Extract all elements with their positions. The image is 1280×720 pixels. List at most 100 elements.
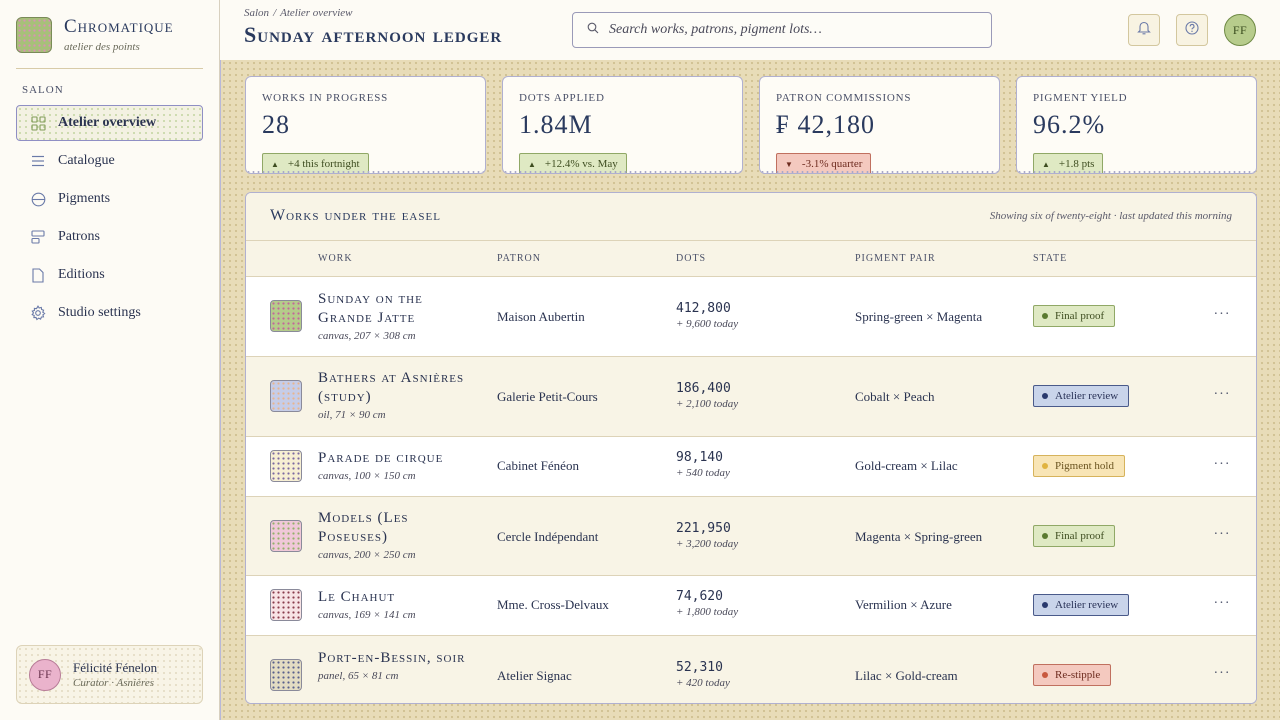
patron-cell: Mme. Cross-Delvaux <box>497 597 609 612</box>
work-cell: Parade de cirque canvas, 100 × 150 cm <box>318 449 478 483</box>
work-title[interactable]: Parade de cirque <box>318 449 478 468</box>
kpi-delta-badge: ▼ -3.1% quarter <box>776 153 872 173</box>
kpi-delta-badge: ▲ +12.4% vs. May <box>519 153 627 173</box>
search-bar[interactable] <box>572 12 992 48</box>
sidebar-item-atelier-overview[interactable]: Atelier overview <box>16 105 203 141</box>
status-dot <box>1042 602 1048 608</box>
sidebar-item-studio-settings[interactable]: Studio settings <box>16 295 203 331</box>
brand-tagline: atelier des points <box>64 41 140 53</box>
dots-count: 98,140 <box>676 450 723 465</box>
sidebar-item-patrons[interactable]: Patrons <box>16 219 203 255</box>
work-medium: canvas, 169 × 141 cm <box>318 609 416 621</box>
work-title[interactable]: Bathers at Asnières (study) <box>318 369 478 407</box>
row-more-button[interactable]: ··· <box>1210 666 1234 682</box>
search-input[interactable] <box>609 22 979 38</box>
column-header-work[interactable]: WORK <box>318 253 353 264</box>
dots-today: + 2,100 today <box>676 398 739 410</box>
brand[interactable]: Chromatique atelier des points <box>16 16 174 54</box>
pigment-pair-cell: Gold-cream × Lilac <box>855 458 958 473</box>
trend-up-icon: ▲ <box>271 159 279 169</box>
kpi-value: ₣ 42,180 <box>776 110 875 139</box>
work-cell: Models (Les Poseuses) canvas, 200 × 250 … <box>318 509 478 562</box>
notifications-button[interactable] <box>1128 14 1160 46</box>
work-cell: Bathers at Asnières (study) oil, 71 × 90… <box>318 369 478 422</box>
kpi-card: DOTS APPLIED 1.84M ▲ +12.4% vs. May <box>502 76 743 174</box>
dots-today: + 3,200 today <box>676 538 739 550</box>
list-icon <box>29 152 47 170</box>
sidebar-item-editions[interactable]: Editions <box>16 257 203 293</box>
work-cell: Sunday on the Grande Jatte canvas, 207 ×… <box>318 290 478 343</box>
kpi-label: PIGMENT YIELD <box>1033 92 1128 104</box>
column-header-state[interactable]: STATE <box>1033 253 1067 264</box>
kpi-label: DOTS APPLIED <box>519 92 605 104</box>
brand-divider <box>16 68 203 69</box>
row-more-button[interactable]: ··· <box>1210 457 1234 473</box>
work-title[interactable]: Sunday on the Grande Jatte <box>318 290 478 328</box>
state-badge: Atelier review <box>1033 385 1130 407</box>
nav-section-label: SALON <box>22 84 64 96</box>
sidebar: Chromatique atelier des points SALON Ate… <box>0 0 220 720</box>
sidebar-item-label: Atelier overview <box>58 115 157 130</box>
work-swatch <box>270 300 302 332</box>
brand-logo <box>16 17 52 53</box>
work-title[interactable]: Le Chahut <box>318 588 478 607</box>
work-medium: panel, 65 × 81 cm <box>318 670 399 682</box>
work-swatch <box>270 380 302 412</box>
current-user-card[interactable]: FF Félicité Fénelon Curator · Asnières <box>16 645 203 704</box>
dots-today: + 420 today <box>676 677 730 689</box>
dots-today: + 540 today <box>676 467 730 479</box>
state-label: Re-stipple <box>1055 669 1101 681</box>
sidebar-item-catalogue[interactable]: Catalogue <box>16 143 203 179</box>
patron-cell: Atelier Signac <box>497 668 572 683</box>
avatar[interactable]: FF <box>1224 14 1256 46</box>
work-medium: canvas, 207 × 308 cm <box>318 330 416 342</box>
dots-today: + 9,600 today <box>676 318 739 330</box>
work-swatch <box>270 520 302 552</box>
trend-down-icon: ▼ <box>785 159 793 169</box>
user-name: Félicité Fénelon <box>73 659 158 675</box>
work-title[interactable]: Models (Les Poseuses) <box>318 509 478 547</box>
table-row[interactable]: Le Chahut canvas, 169 × 141 cm Mme. Cros… <box>246 576 1256 636</box>
table-row[interactable]: Bathers at Asnières (study) oil, 71 × 90… <box>246 357 1256 437</box>
column-header-patron[interactable]: PATRON <box>497 253 541 264</box>
sidebar-item-pigments[interactable]: Pigments <box>16 181 203 217</box>
state-label: Final proof <box>1055 530 1105 542</box>
table-row[interactable]: Sunday on the Grande Jatte canvas, 207 ×… <box>246 277 1256 357</box>
column-header-dots[interactable]: DOTS <box>676 253 706 264</box>
work-medium: canvas, 200 × 250 cm <box>318 549 416 561</box>
state-label: Atelier review <box>1055 390 1119 402</box>
sidebar-item-label: Catalogue <box>58 153 115 168</box>
state-label: Final proof <box>1055 310 1105 322</box>
column-header-pigment-pair[interactable]: PIGMENT PAIR <box>855 253 936 264</box>
kpi-delta-text: +12.4% vs. May <box>544 158 618 170</box>
sidebar-nav: Atelier overview Catalogue Pigments Patr… <box>16 105 203 333</box>
dots-count: 412,800 <box>676 301 731 316</box>
page-title: Sunday afternoon ledger <box>244 22 503 47</box>
help-icon <box>1185 20 1199 40</box>
bell-icon <box>1137 20 1151 40</box>
kpi-card: PATRON COMMISSIONS ₣ 42,180 ▼ -3.1% quart… <box>759 76 1000 174</box>
state-label: Pigment hold <box>1055 460 1114 472</box>
work-swatch <box>270 659 302 691</box>
row-more-button[interactable]: ··· <box>1210 527 1234 543</box>
sidebar-item-label: Editions <box>58 267 105 282</box>
table-title: Works under the easel <box>270 207 441 224</box>
table-row[interactable]: Parade de cirque canvas, 100 × 150 cm Ca… <box>246 437 1256 497</box>
patron-cell: Cabinet Fénéon <box>497 458 579 473</box>
state-badge: Re-stipple <box>1033 664 1112 686</box>
state-label: Atelier review <box>1055 599 1119 611</box>
work-title[interactable]: Port-en-Bessin, soir <box>318 649 478 668</box>
row-more-button[interactable]: ··· <box>1210 307 1234 323</box>
breadcrumb: Salon / Atelier overview <box>244 7 353 19</box>
breadcrumb-item[interactable]: Salon <box>244 7 269 19</box>
avatar: FF <box>29 658 61 691</box>
help-button[interactable] <box>1176 14 1208 46</box>
breadcrumb-item[interactable]: Atelier overview <box>280 7 352 19</box>
dots-cell: 412,800 + 9,600 today <box>676 300 738 331</box>
row-more-button[interactable]: ··· <box>1210 387 1234 403</box>
table-row[interactable]: Models (Les Poseuses) canvas, 200 × 250 … <box>246 497 1256 576</box>
dots-cell: 98,140 + 540 today <box>676 449 730 480</box>
row-more-button[interactable]: ··· <box>1210 596 1234 612</box>
breadcrumb-separator: / <box>273 7 277 19</box>
table-row[interactable]: Port-en-Bessin, soir panel, 65 × 81 cm A… <box>246 636 1256 703</box>
